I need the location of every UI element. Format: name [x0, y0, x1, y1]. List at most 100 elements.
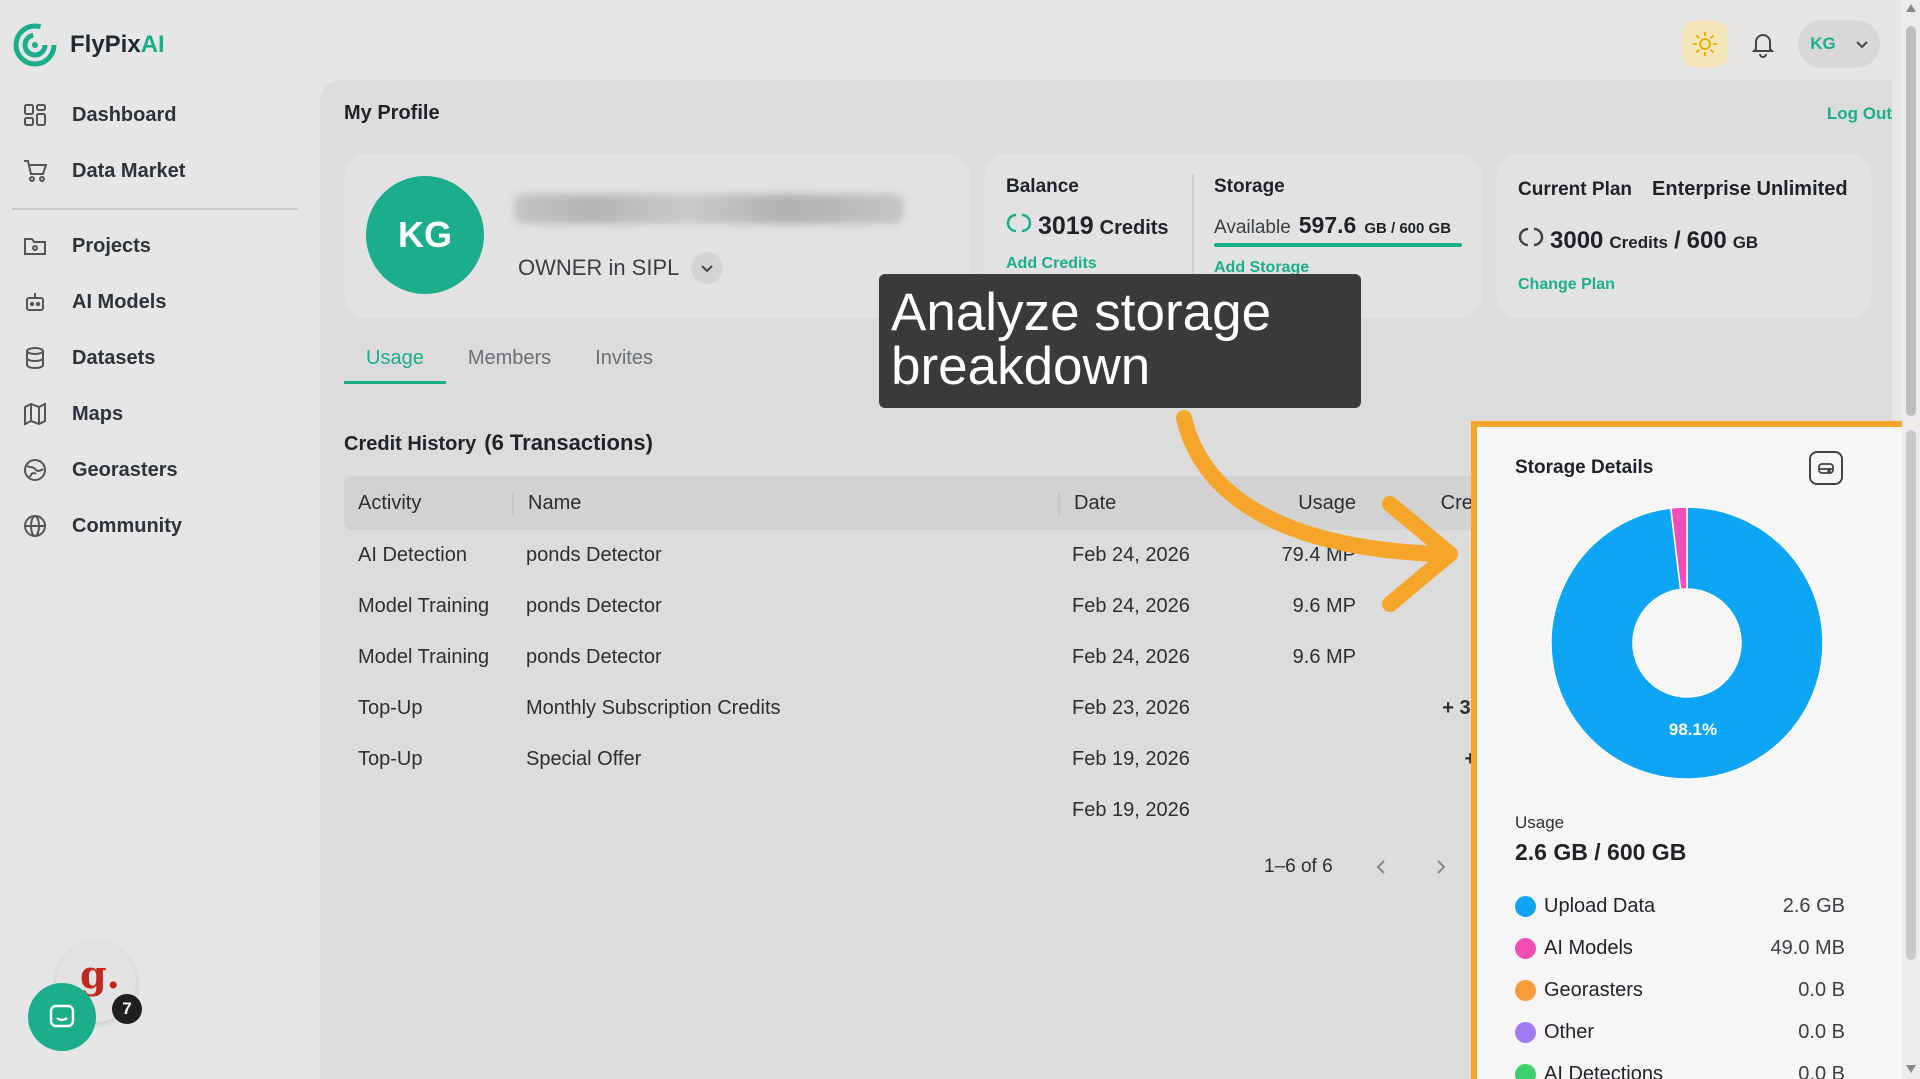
- sidebar: FlyPixAI Dashboard Data Market Projects …: [0, 0, 312, 1079]
- storage-donut-chart: 98.1%: [1550, 506, 1824, 780]
- cell-name: ponds Detector: [526, 646, 662, 668]
- notifications-button[interactable]: [1740, 21, 1786, 67]
- column-header-name[interactable]: Name: [512, 491, 1058, 515]
- plan-name: Enterprise Unlimited: [1652, 178, 1848, 200]
- cell-name: Special Offer: [526, 748, 642, 770]
- role-row: OWNER in SIPL: [518, 252, 724, 284]
- scrollbar-thumb[interactable]: [1906, 26, 1916, 416]
- change-plan-link[interactable]: Change Plan: [1518, 276, 1615, 294]
- sidebar-item-label: Projects: [72, 234, 151, 257]
- table-row[interactable]: Top-Up Monthly Subscription Credits Feb …: [344, 683, 1504, 734]
- legend-value: 0.0 B: [1798, 1020, 1845, 1043]
- callout-line-2: breakdown: [891, 337, 1151, 396]
- table-row[interactable]: Feb 19, 2026 + 0: [344, 785, 1504, 836]
- bell-icon: [1751, 34, 1775, 58]
- pagination-range: 1–6 of 6: [1264, 856, 1333, 877]
- tutorial-callout: Analyze storage breakdown: [879, 274, 1361, 408]
- dashboard-icon: [24, 104, 46, 126]
- logout-link[interactable]: Log Out: [1827, 104, 1892, 124]
- plan-label: Current Plan: [1518, 179, 1633, 200]
- scrollbar-track-segment: [1906, 430, 1916, 960]
- legend-item: AI Detections 0.0 B: [1515, 1053, 1845, 1079]
- storage-drive-button[interactable]: [1809, 451, 1843, 485]
- cell-date: Feb 24, 2026: [1072, 646, 1190, 668]
- globe-icon: [24, 515, 46, 537]
- sidebar-item-ai-models[interactable]: AI Models: [0, 274, 312, 330]
- chevron-right-icon[interactable]: [1431, 858, 1449, 876]
- sidebar-item-label: Maps: [72, 402, 124, 425]
- cell-date: Feb 19, 2026: [1072, 748, 1190, 770]
- sidebar-item-projects[interactable]: Projects: [0, 218, 312, 274]
- storage-section: Storage Available 597.6 GB / 600 GB Add St…: [1214, 176, 1462, 277]
- sidebar-item-label: Georasters: [72, 458, 178, 481]
- storage-details-panel: Storage Details 98.1% Usage 2.6 GB / 600…: [1471, 421, 1910, 1079]
- sidebar-item-georasters[interactable]: Georasters: [0, 442, 312, 498]
- tab-members[interactable]: Members: [446, 336, 573, 384]
- cell-activity: Top-Up: [358, 748, 423, 770]
- scroll-down-icon[interactable]: [1906, 1065, 1916, 1073]
- robot-icon: [26, 293, 44, 311]
- cell-activity: AI Detection: [358, 544, 467, 566]
- app-logo[interactable]: FlyPixAI: [12, 22, 165, 68]
- chat-launcher-button[interactable]: [28, 983, 96, 1051]
- cell-date: Feb 19, 2026: [1072, 799, 1190, 821]
- sidebar-item-maps[interactable]: Maps: [0, 386, 312, 442]
- legend-name: AI Detections: [1544, 1062, 1663, 1079]
- legend-item: AI Models 49.0 MB: [1515, 927, 1845, 969]
- sidebar-divider: [12, 208, 298, 210]
- app-logo-text: FlyPixAI: [70, 31, 165, 58]
- globe-grid-icon: [24, 459, 46, 481]
- legend-dot: [1515, 895, 1536, 917]
- credits-icon: [1518, 227, 1544, 247]
- chevron-left-icon[interactable]: [1373, 858, 1391, 876]
- add-credits-link[interactable]: Add Credits: [1006, 255, 1169, 273]
- theme-toggle-button[interactable]: [1682, 21, 1728, 67]
- cell-activity: Model Training: [358, 595, 490, 617]
- legend-value: 2.6 GB: [1782, 894, 1845, 917]
- legend-name: Upload Data: [1544, 894, 1656, 917]
- cell-name: ponds Detector: [526, 544, 662, 566]
- sidebar-nav-main: Projects AI Models Datasets Maps Georast…: [0, 218, 312, 554]
- credits-icon: [1006, 213, 1032, 233]
- legend-value: 49.0 MB: [1770, 936, 1845, 959]
- chevron-down-icon: [1856, 41, 1868, 49]
- legend-item: Other 0.0 B: [1515, 1011, 1845, 1053]
- storage-legend: Upload Data 2.6 GB AI Models 49.0 MB Geo…: [1515, 885, 1845, 1079]
- topbar-actions: KG: [1682, 20, 1880, 68]
- sidebar-item-dashboard[interactable]: Dashboard: [0, 87, 312, 143]
- sidebar-item-data-market[interactable]: Data Market: [0, 143, 312, 199]
- usage-value: 2.6 GB / 600 GB: [1515, 839, 1687, 865]
- column-header-activity[interactable]: Activity: [344, 492, 512, 515]
- role-text: OWNER in SIPL: [518, 255, 680, 280]
- sidebar-item-datasets[interactable]: Datasets: [0, 330, 312, 386]
- page-scrollbar[interactable]: [1902, 0, 1920, 1079]
- tab-invites[interactable]: Invites: [573, 336, 675, 384]
- cell-date: Feb 23, 2026: [1072, 697, 1190, 719]
- legend-item: Georasters 0.0 B: [1515, 969, 1845, 1011]
- page-title: My Profile: [344, 102, 440, 124]
- sidebar-item-label: Community: [72, 514, 182, 537]
- cell-activity: Model Training: [358, 646, 490, 668]
- role-dropdown-button[interactable]: [691, 252, 724, 284]
- flypix-logo-icon: [13, 23, 57, 67]
- g2-logo-text: g.: [80, 952, 120, 997]
- scroll-up-icon[interactable]: [1906, 4, 1916, 12]
- balance-value: 3019 Credits: [1006, 212, 1169, 241]
- user-menu-button[interactable]: KG: [1798, 20, 1880, 68]
- sidebar-item-community[interactable]: Community: [0, 498, 312, 554]
- sidebar-item-label: Dashboard: [72, 103, 177, 126]
- legend-name: Other: [1544, 1020, 1595, 1043]
- plan-allowance: 3000 Credits / 600 GB: [1518, 226, 1758, 255]
- sidebar-item-label: AI Models: [72, 290, 167, 313]
- sidebar-item-label: Datasets: [72, 346, 156, 369]
- cell-name: ponds Detector: [526, 595, 662, 617]
- map-icon: [24, 402, 46, 426]
- table-row[interactable]: Model Training ponds Detector Feb 24, 20…: [344, 632, 1504, 683]
- table-row[interactable]: Top-Up Special Offer Feb 19, 2026 + 25: [344, 734, 1504, 785]
- legend-value: 0.0 B: [1798, 1062, 1845, 1079]
- legend-item: Upload Data 2.6 GB: [1515, 885, 1845, 927]
- callout-line-1: Analyze storage: [891, 283, 1272, 342]
- storage-details-title: Storage Details: [1515, 457, 1654, 478]
- tab-usage[interactable]: Usage: [344, 336, 446, 384]
- legend-dot: [1515, 1021, 1536, 1043]
